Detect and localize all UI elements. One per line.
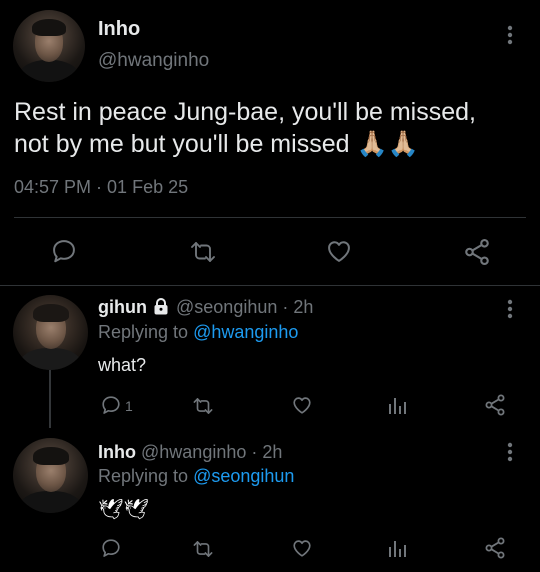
reply-2-replying-prefix: Replying to <box>98 466 194 486</box>
reply-2-retweet-icon[interactable] <box>191 538 215 560</box>
avatar-inho[interactable] <box>13 10 85 82</box>
main-date-separator: · <box>91 177 108 197</box>
lock-icon <box>153 298 169 320</box>
divider-thread <box>0 285 540 286</box>
reply-1-share-icon[interactable] <box>483 393 507 417</box>
avatar-hair <box>31 18 67 36</box>
reply-2-time: · 2h <box>246 442 283 462</box>
reply-1-retweet-icon[interactable] <box>191 395 215 417</box>
avatar-hair <box>32 447 69 465</box>
main-timestamp: 04:57 PM · 01 Feb 25 <box>14 177 188 198</box>
reply-2-reply-icon[interactable] <box>100 537 122 559</box>
reply-1-time: · 2h <box>277 297 314 317</box>
like-icon[interactable] <box>325 237 353 265</box>
reply-2-header: Inho @hwanginho · 2h <box>98 442 282 463</box>
reply-1-display-name[interactable]: gihun <box>98 297 147 317</box>
avatar-gihun[interactable] <box>13 295 88 370</box>
reply-1-replying-prefix: Replying to <box>98 322 194 342</box>
reply-1-header: gihun @seongihun · 2h <box>98 297 313 320</box>
reply-1-more-options-icon[interactable] <box>505 298 515 320</box>
reply-2-share-icon[interactable] <box>483 536 507 560</box>
reply-2-replying-to: Replying to @seongihun <box>98 466 294 487</box>
reply-2-handle[interactable]: @hwanginho <box>141 442 246 462</box>
main-date: 01 Feb 25 <box>107 177 189 197</box>
reply-1-reply-icon[interactable] <box>100 394 122 416</box>
divider-main-actions <box>14 217 526 218</box>
main-handle[interactable]: @hwanginho <box>98 50 209 72</box>
reply-2-display-name[interactable]: Inho <box>98 442 136 462</box>
reply-1-like-icon[interactable] <box>291 394 313 416</box>
reply-2-replying-handle[interactable]: @seongihun <box>193 466 294 486</box>
reply-2-analytics-icon[interactable] <box>388 538 408 558</box>
main-time: 04:57 PM <box>14 177 92 197</box>
avatar-hair <box>32 304 69 322</box>
share-icon[interactable] <box>462 237 492 267</box>
main-display-name[interactable]: Inho <box>98 18 140 41</box>
reply-2-text: 🕊🕊 <box>98 499 149 521</box>
more-options-icon[interactable] <box>505 24 515 46</box>
reply-1-text: what? <box>98 355 147 375</box>
reply-1-reply-count: 1 <box>125 398 133 414</box>
main-tweet-text: Rest in peace Jung-bae, you'll be missed… <box>14 96 514 160</box>
avatar-body <box>19 490 82 513</box>
avatar-body <box>18 60 80 82</box>
retweet-icon[interactable] <box>188 238 218 266</box>
thread-line <box>49 370 51 428</box>
reply-1-replying-to: Replying to @hwanginho <box>98 322 298 343</box>
reply-1-analytics-icon[interactable] <box>388 395 408 415</box>
reply-1-handle[interactable]: @seongihun <box>176 297 277 317</box>
reply-2-more-options-icon[interactable] <box>505 441 515 463</box>
avatar-inho-reply[interactable] <box>13 438 88 513</box>
reply-1-replying-handle[interactable]: @hwanginho <box>193 322 298 342</box>
avatar-body <box>19 347 82 370</box>
folded-hands-emoji: 🙏🏼🙏🏼 <box>356 130 419 158</box>
reply-2-like-icon[interactable] <box>291 537 313 559</box>
reply-icon[interactable] <box>50 237 78 265</box>
